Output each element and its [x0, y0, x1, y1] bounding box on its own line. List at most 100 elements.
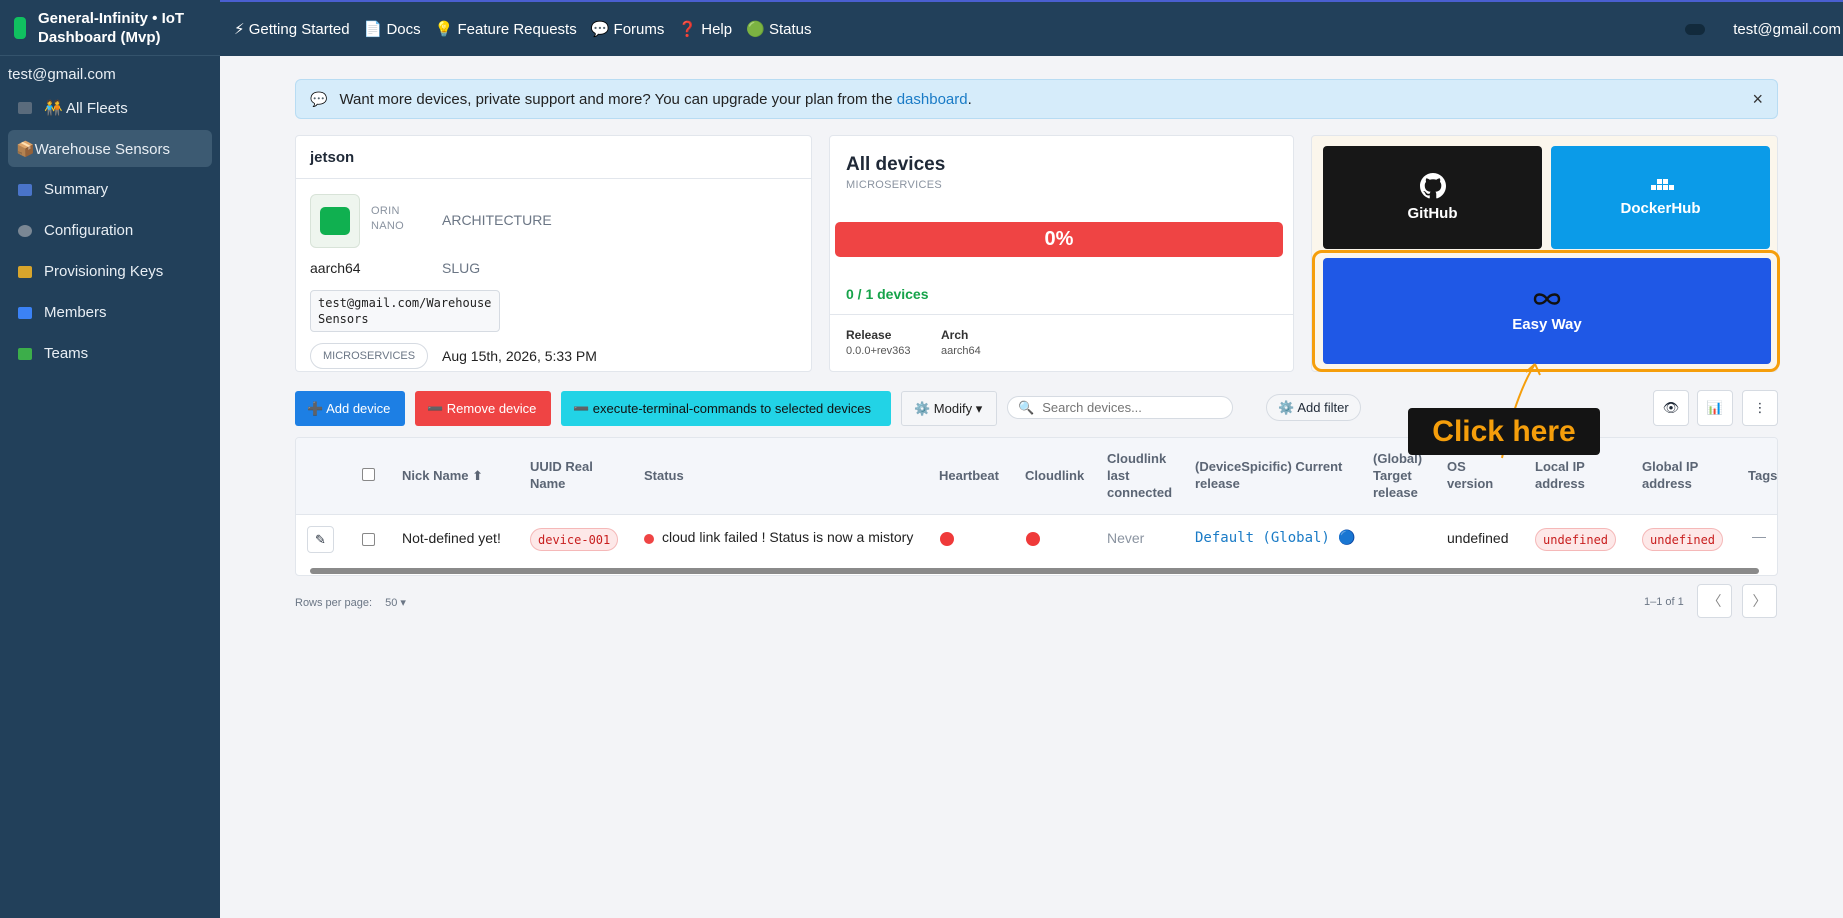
slug-value: test@gmail.com/Warehouse Sensors [310, 290, 500, 332]
nav-link-feature-requests[interactable]: 💡 Feature Requests [435, 20, 577, 38]
online-progress-bar: 0% [835, 222, 1283, 257]
quick-links-card: GitHub DockerHub Easy Way [1311, 135, 1778, 372]
add-device-button[interactable]: ➕ Add device [295, 391, 405, 426]
cell-global-ip-badge: undefined [1642, 528, 1724, 551]
nav-link-forums[interactable]: 💬 Forums [591, 20, 665, 38]
next-page-button[interactable]: 〉 [1742, 584, 1777, 618]
rows-per-page-select[interactable]: 50 ▾ [385, 597, 406, 609]
column-header-os-version[interactable]: OS version [1447, 458, 1493, 492]
sidebar-item-label: 📦Warehouse Sensors [16, 140, 171, 158]
close-icon[interactable]: × [1752, 89, 1763, 110]
github-label: GitHub [1407, 205, 1458, 222]
topbar-right: test@gmail.com [1685, 21, 1843, 38]
fleet-info-card: jetson ORIN NANO ARCHITECTURE aarch64 SL… [295, 135, 812, 372]
horizontal-scrollbar[interactable] [300, 567, 1774, 575]
brand-logo-icon [14, 16, 26, 39]
more-vertical-icon[interactable]: ⋮ [1742, 390, 1778, 426]
brand[interactable]: General-Infinity • IoT Dashboard (Mvp) [0, 0, 220, 56]
prev-page-button[interactable]: 〈 [1697, 584, 1732, 618]
sidebar-item-warehouse-sensors[interactable]: 📦Warehouse Sensors [8, 130, 212, 167]
execute-terminal-commands-button[interactable]: ➖ execute-terminal-commands to selected … [561, 391, 891, 426]
column-header-cloudlink-last-connected[interactable]: Cloudlink last connected [1107, 450, 1172, 501]
online-device-count: 0 / 1 devices [846, 286, 929, 302]
sidebar-item-label: Members [44, 304, 107, 321]
arch-value: aarch64 [310, 260, 361, 276]
architecture-label: ARCHITECTURE [442, 212, 552, 228]
pagination-range: 1–1 of 1 [1644, 596, 1684, 608]
select-all-checkbox[interactable] [362, 468, 375, 481]
remove-device-button[interactable]: ➖ Remove device [415, 391, 551, 426]
banner-text: Want more devices, private support and m… [339, 90, 972, 108]
cell-status: cloud link failed ! Status is now a mist… [662, 529, 914, 545]
add-filter-button[interactable]: ⚙️ Add filter [1266, 394, 1361, 421]
infinity-icon [1533, 292, 1561, 305]
scrollbar-thumb[interactable] [310, 568, 1759, 574]
column-header-uuid[interactable]: UUID Real Name [530, 458, 593, 492]
cell-last-connected: Never [1107, 530, 1145, 546]
fleet-type-badge: MICROSERVICES [310, 343, 429, 369]
sidebar-item-label: 🧑‍🤝‍🧑 All Fleets [44, 99, 128, 117]
column-header-target-release[interactable]: (Global) Target release [1373, 450, 1422, 501]
cloudlink-status-icon [1026, 532, 1040, 546]
cell-current-release[interactable]: Default (Global) 🔵 [1195, 530, 1356, 546]
key-icon [18, 265, 32, 278]
easy-way-button[interactable]: Easy Way [1323, 258, 1771, 364]
heartbeat-status-icon [940, 532, 954, 546]
eye-icon[interactable]: 👁 [1653, 390, 1689, 426]
search-input[interactable] [1042, 400, 1223, 415]
easy-way-label: Easy Way [1512, 315, 1582, 333]
nav-link-getting-started[interactable]: ⚡ Getting Started [234, 20, 350, 38]
cell-nick-name: Not-defined yet! [402, 530, 501, 546]
rows-per-page: Rows per page: 50 ▾ [295, 596, 406, 609]
sidebar-user-email: test@gmail.com [8, 66, 116, 83]
theme-toggle[interactable] [1685, 23, 1706, 35]
github-button[interactable]: GitHub [1323, 146, 1542, 249]
sidebar-item-provisioning-keys[interactable]: Provisioning Keys [8, 253, 212, 290]
members-icon [18, 306, 32, 319]
docker-icon [1650, 179, 1674, 190]
modify-dropdown[interactable]: ⚙️ Modify ▾ [901, 391, 997, 426]
sidebar-item-summary[interactable]: Summary [8, 171, 212, 208]
dashboard-link[interactable]: dashboard [897, 91, 968, 108]
nav-link-help[interactable]: ❓ Help [678, 20, 732, 38]
chart-icon [18, 183, 32, 196]
topbar: ⚡ Getting Started 📄 Docs 💡 Feature Reque… [220, 0, 1843, 56]
column-header-current-release[interactable]: (DeviceSpicific) Current release [1195, 458, 1342, 492]
sidebar-item-members[interactable]: Members [8, 294, 212, 331]
app-title: General-Infinity • IoT Dashboard (Mvp) [38, 9, 185, 46]
sidebar-item-configuration[interactable]: Configuration [8, 212, 212, 249]
sidebar-item-label: Summary [44, 181, 109, 198]
sidebar-item-label: Provisioning Keys [44, 263, 164, 280]
click-here-annotation: Click here [1408, 408, 1600, 455]
dockerhub-button[interactable]: DockerHub [1551, 146, 1770, 249]
nav-link-status[interactable]: 🟢 Status [746, 20, 811, 38]
sidebar-item-all-fleets[interactable]: 🧑‍🤝‍🧑 All Fleets [8, 89, 212, 126]
nav-link-docs[interactable]: 📄 Docs [364, 20, 421, 38]
device-model-line2: NANO [371, 220, 404, 232]
release-value: 0.0.0+rev363 [846, 345, 911, 357]
sidebar-nav: 🧑‍🤝‍🧑 All Fleets 📦Warehouse Sensors Summ… [0, 89, 220, 372]
edit-pencil-icon[interactable]: ✎ [307, 526, 334, 553]
column-header-cloudlink[interactable]: Cloudlink [1025, 467, 1084, 484]
release-label: Release [846, 328, 892, 342]
chart-icon[interactable]: 📊 [1697, 390, 1733, 426]
column-header-tags[interactable]: Tags [1748, 467, 1777, 484]
column-header-nick-name[interactable]: Nick Name ⬆ [402, 467, 483, 484]
search-box: 🔍 [1007, 396, 1233, 419]
devices-card-subtitle: MICROSERVICES [846, 179, 942, 191]
gear-icon [18, 224, 32, 237]
column-header-status[interactable]: Status [644, 467, 684, 484]
fleet-card-title: jetson [296, 136, 811, 179]
device-model-line1: ORIN [371, 205, 400, 217]
row-checkbox[interactable] [362, 533, 375, 546]
user-menu[interactable]: test@gmail.com [1733, 21, 1841, 38]
column-header-global-ip[interactable]: Global IP address [1642, 458, 1698, 492]
rows-per-page-label: Rows per page: [295, 597, 373, 609]
puzzle-icon [18, 347, 32, 360]
sidebar-item-teams[interactable]: Teams [8, 335, 212, 372]
chat-bubble-icon: 💬 [310, 90, 328, 107]
devices-card-title: All devices [846, 154, 946, 175]
column-header-heartbeat[interactable]: Heartbeat [939, 467, 999, 484]
fleet-icon [18, 101, 32, 114]
upgrade-banner: 💬 Want more devices, private support and… [295, 79, 1778, 119]
